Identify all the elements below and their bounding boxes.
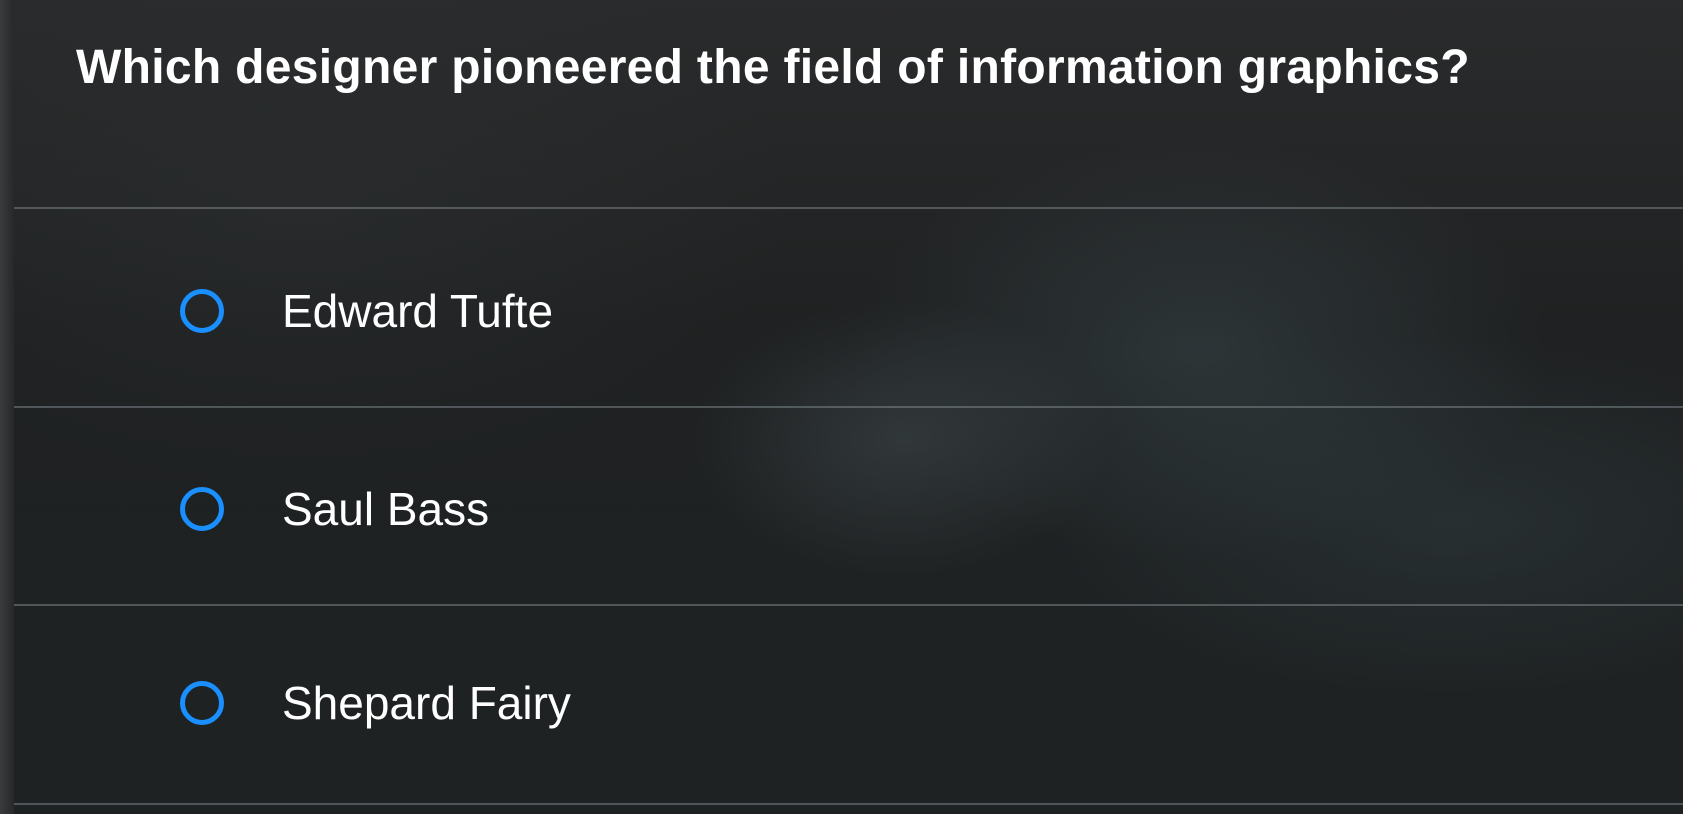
radio-button-icon[interactable] bbox=[180, 487, 224, 531]
divider bbox=[14, 604, 1683, 606]
divider bbox=[14, 803, 1683, 805]
option-label: Saul Bass bbox=[282, 483, 490, 535]
option-label: Shepard Fairy bbox=[282, 677, 571, 729]
question-text: Which designer pioneered the field of in… bbox=[76, 41, 1470, 94]
quiz-screen: Which designer pioneered the field of in… bbox=[0, 0, 1683, 814]
radio-button-icon[interactable] bbox=[180, 289, 224, 333]
answer-option-edward-tufte[interactable]: Edward Tufte bbox=[180, 266, 553, 356]
screen-bezel bbox=[0, 0, 14, 814]
radio-button-icon[interactable] bbox=[180, 681, 224, 725]
answer-option-shepard-fairy[interactable]: Shepard Fairy bbox=[180, 658, 571, 748]
option-label: Edward Tufte bbox=[282, 285, 554, 337]
answer-option-saul-bass[interactable]: Saul Bass bbox=[180, 464, 489, 554]
divider bbox=[14, 406, 1683, 408]
divider bbox=[14, 207, 1683, 209]
